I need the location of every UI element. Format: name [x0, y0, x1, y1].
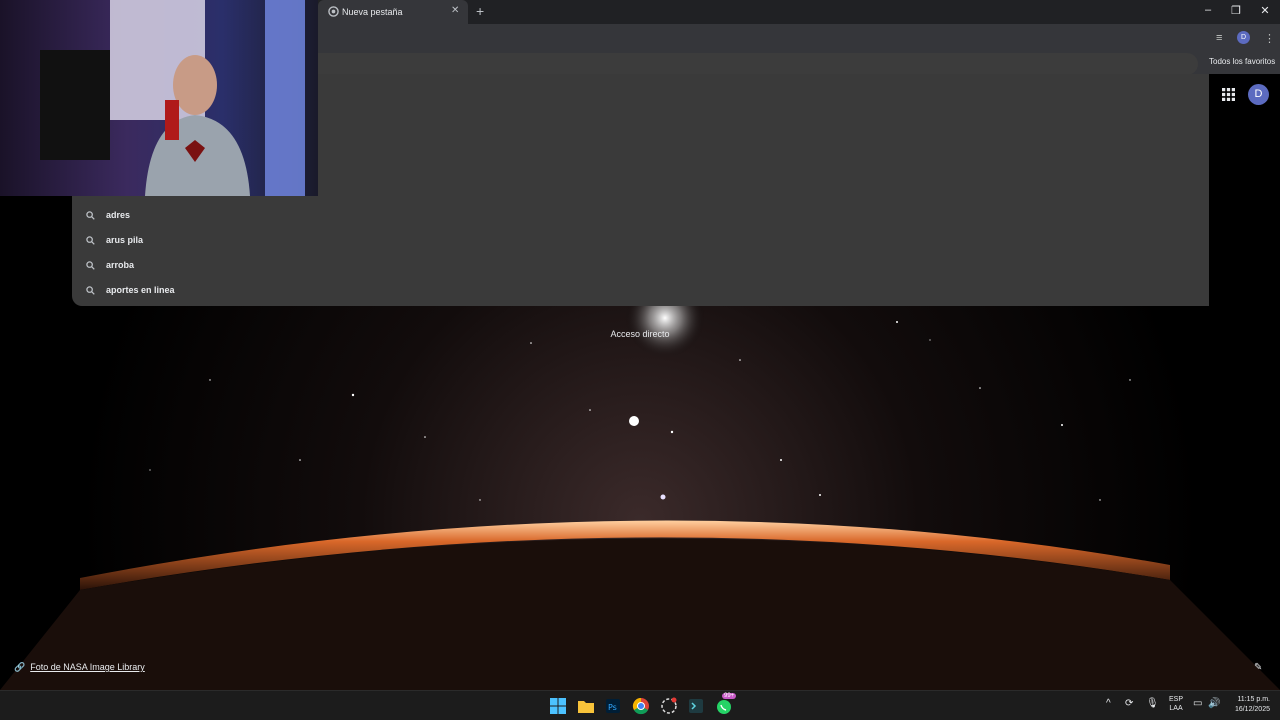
- tray-overflow-chevron-icon[interactable]: ^: [1106, 698, 1111, 709]
- sync-icon[interactable]: ⟳: [1125, 698, 1133, 709]
- app-icon[interactable]: [659, 696, 679, 716]
- suggestion-item[interactable]: adres: [86, 208, 386, 228]
- whatsapp-badge: 99+: [722, 693, 737, 699]
- webcam-overlay: [0, 0, 318, 196]
- add-shortcut-label[interactable]: Acceso directo: [608, 329, 672, 339]
- browser-toolbar: [318, 24, 1280, 52]
- link-icon: 🔗: [14, 662, 26, 672]
- language-indicator[interactable]: ESP LAA: [1169, 695, 1183, 713]
- chrome-tab-icon: [328, 6, 339, 17]
- svg-text:Ps: Ps: [608, 703, 617, 712]
- close-tab-icon[interactable]: ✕: [451, 5, 459, 16]
- whatsapp-icon[interactable]: [714, 696, 734, 716]
- photo-credit-link[interactable]: 🔗 Foto de NASA Image Library: [14, 662, 145, 673]
- tab-strip: Nueva pestaña ✕ + – ❐ ✕: [318, 0, 1280, 24]
- search-icon: [86, 261, 95, 270]
- chrome-icon[interactable]: [631, 696, 651, 716]
- network-icon[interactable]: ▭: [1193, 698, 1202, 709]
- file-explorer-icon[interactable]: [576, 696, 596, 716]
- suggestion-text: arroba: [106, 260, 135, 270]
- suggestion-text: adres: [106, 210, 131, 220]
- tab-new-tab[interactable]: Nueva pestaña ✕: [318, 0, 468, 24]
- windows-taskbar: Ps 99+ ^ ⟳ 🎙 ESP LAA ▭ 🔊 11:15 p.m. 16/1…: [0, 690, 1280, 720]
- tab-title: Nueva pestaña: [342, 7, 403, 17]
- close-window-icon[interactable]: ✕: [1257, 4, 1273, 17]
- google-apps-icon[interactable]: [1222, 88, 1235, 101]
- google-account-avatar[interactable]: D: [1248, 84, 1269, 105]
- clock-time: 11:15 p.m.: [1237, 696, 1270, 703]
- photo-credit-text: Foto de NASA Image Library: [30, 662, 145, 672]
- suggestion-text: aportes en linea: [106, 285, 175, 295]
- terminal-icon[interactable]: [686, 696, 706, 716]
- search-icon: [86, 286, 95, 295]
- omnibox-suggestions: adres arus pila arroba aportes en linea: [72, 196, 1209, 306]
- search-icon: [86, 236, 95, 245]
- minimize-icon[interactable]: –: [1200, 4, 1216, 16]
- profile-avatar[interactable]: D: [1237, 31, 1250, 44]
- volume-icon[interactable]: 🔊: [1208, 698, 1220, 709]
- suggestion-item[interactable]: arroba: [86, 258, 386, 278]
- menu-kebab-icon[interactable]: ⋮: [1264, 32, 1275, 45]
- new-tab-button[interactable]: +: [476, 3, 484, 19]
- new-tab-header: [1209, 74, 1280, 306]
- clock[interactable]: 11:15 p.m. 16/12/2025: [1226, 695, 1270, 715]
- clock-date: 16/12/2025: [1234, 706, 1270, 713]
- search-icon: [86, 211, 95, 220]
- suggestion-item[interactable]: aportes en linea: [86, 283, 386, 303]
- address-bar[interactable]: [318, 53, 1198, 75]
- suggestion-item[interactable]: arus pila: [86, 233, 386, 253]
- all-bookmarks-label[interactable]: Todos los favoritos: [1209, 57, 1275, 66]
- language-code: ESP: [1169, 696, 1184, 703]
- microphone-icon[interactable]: 🎙: [1146, 698, 1159, 709]
- photoshop-icon[interactable]: Ps: [603, 696, 623, 716]
- keyboard-layout: LAA: [1169, 705, 1183, 712]
- suggestion-text: arus pila: [106, 235, 144, 245]
- windows-start-icon[interactable]: [548, 696, 568, 716]
- customize-pencil-icon[interactable]: ✎: [1254, 662, 1262, 673]
- restore-icon[interactable]: ❐: [1228, 4, 1244, 17]
- reading-list-icon[interactable]: ≡: [1216, 32, 1222, 44]
